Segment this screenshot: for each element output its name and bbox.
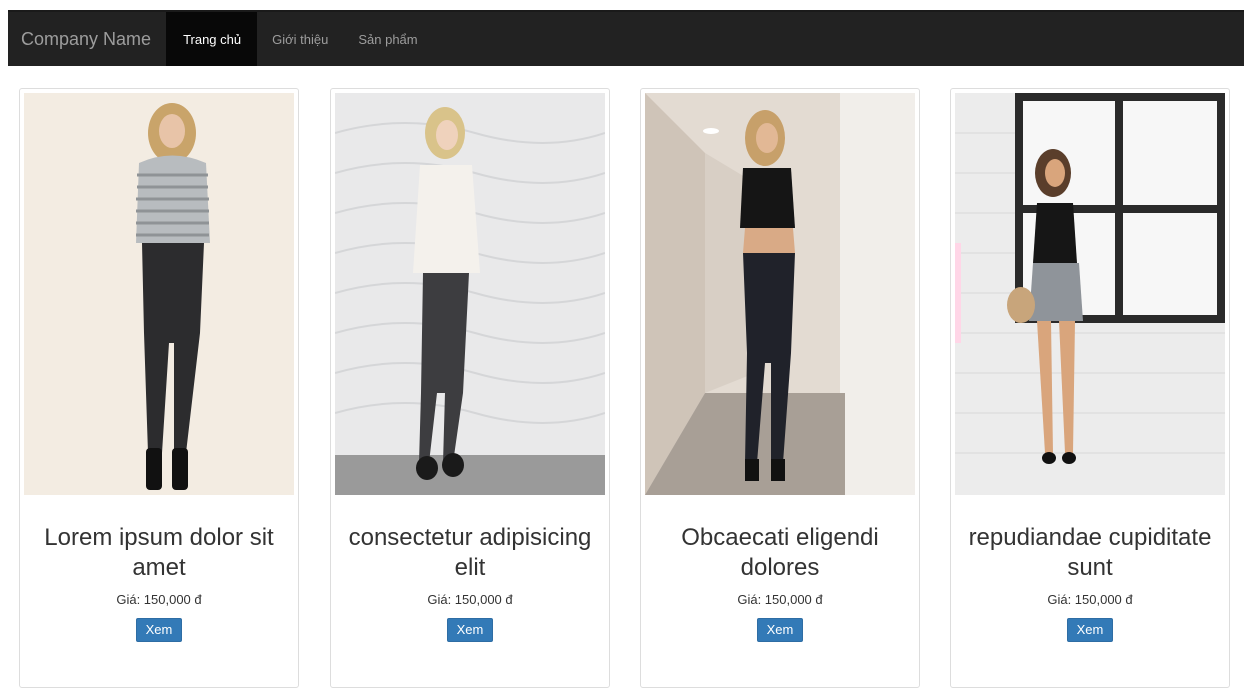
- product-card: consectetur adipisicing elit Giá: 150,00…: [330, 88, 610, 688]
- top-navbar: Company Name Trang chủ Giới thiệu Sản ph…: [8, 10, 1244, 66]
- brand-link[interactable]: Company Name: [8, 12, 166, 66]
- product-title: repudiandae cupiditate sunt: [968, 524, 1212, 581]
- product-price: Giá: 150,000 đ: [737, 592, 823, 607]
- product-card: Obcaecati eligendi dolores Giá: 150,000 …: [640, 88, 920, 688]
- nav-item-san-pham[interactable]: Sản phẩm: [343, 12, 432, 66]
- product-price: Giá: 150,000 đ: [116, 592, 202, 607]
- product-price: Giá: 150,000 đ: [427, 592, 513, 607]
- view-button[interactable]: Xem: [135, 618, 183, 642]
- product-caption: Lorem ipsum dolor sit amet Giá: 150,000 …: [20, 523, 298, 642]
- product-card: repudiandae cupiditate sunt Giá: 150,000…: [950, 88, 1230, 688]
- product-image[interactable]: [335, 93, 605, 495]
- view-button[interactable]: Xem: [756, 618, 804, 642]
- product-card: Lorem ipsum dolor sit amet Giá: 150,000 …: [19, 88, 299, 688]
- product-image[interactable]: [24, 93, 294, 495]
- product-title: consectetur adipisicing elit: [348, 524, 592, 581]
- product-caption: Obcaecati eligendi dolores Giá: 150,000 …: [641, 523, 919, 642]
- nav-item-trang-chu[interactable]: Trang chủ: [166, 12, 258, 66]
- product-caption: repudiandae cupiditate sunt Giá: 150,000…: [951, 523, 1229, 642]
- product-grid: Lorem ipsum dolor sit amet Giá: 150,000 …: [19, 88, 1241, 688]
- product-image[interactable]: [645, 93, 915, 495]
- product-caption: consectetur adipisicing elit Giá: 150,00…: [331, 523, 609, 642]
- product-title: Lorem ipsum dolor sit amet: [44, 524, 274, 581]
- product-image[interactable]: [955, 93, 1225, 495]
- view-button[interactable]: Xem: [446, 618, 494, 642]
- product-price: Giá: 150,000 đ: [1047, 592, 1133, 607]
- view-button[interactable]: Xem: [1066, 618, 1114, 642]
- product-title: Obcaecati eligendi dolores: [681, 524, 879, 581]
- nav-item-gioi-thieu[interactable]: Giới thiệu: [257, 12, 343, 66]
